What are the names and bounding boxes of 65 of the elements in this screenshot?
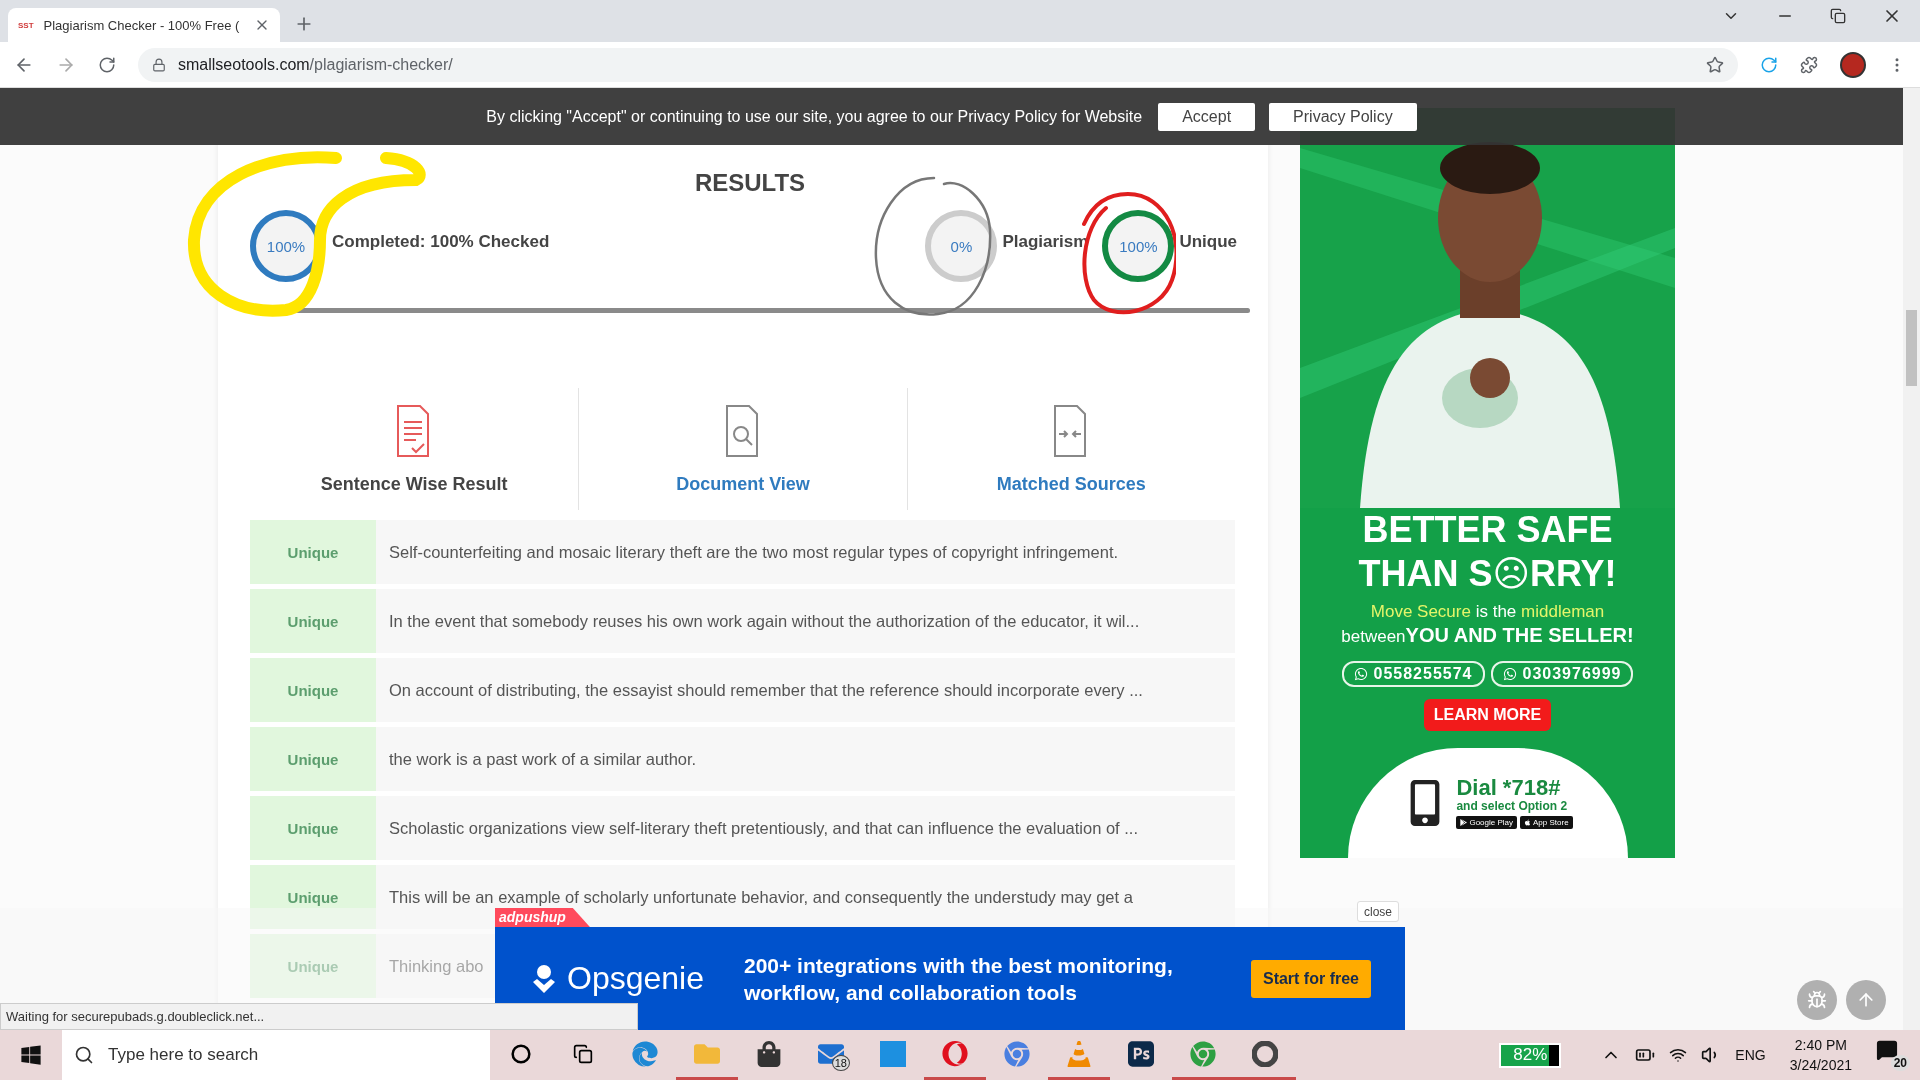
search-placeholder: Type here to search (108, 1045, 259, 1065)
banner-button[interactable]: Privacy Policy (1269, 102, 1417, 131)
view-tab[interactable]: Document View (676, 473, 810, 495)
phone-number: 0303976999 (1490, 661, 1634, 687)
results-title: RESULTS (693, 168, 807, 198)
mail-badge: 18 (831, 1055, 850, 1071)
taskbar-search-field[interactable]: Type here to search (62, 1030, 490, 1080)
clock[interactable]: 2:40 PM 3/24/2021 (1789, 1035, 1852, 1075)
status-cell: Unique (250, 865, 376, 929)
whatsapp-icon (1502, 667, 1517, 681)
status-cell: Unique (250, 520, 376, 584)
ad-tagline: Move Secure is the middleman (1370, 602, 1605, 622)
store-badge[interactable]: App Store (1520, 816, 1573, 829)
stat-label: Completed: 100% Checked (332, 232, 550, 252)
site-favicon: SST (18, 20, 34, 30)
ad-headline: BETTER SAFE THAN S☹RRY! (1358, 508, 1617, 596)
ad-network-tag: adpushup (495, 908, 590, 927)
cookie-message: By clicking "Accept" or continuing to use our site, you agree to our Privacy Policy for Website (486, 107, 1143, 126)
progress-circle: 100% (1102, 210, 1175, 282)
sentence-cell: On account of distributing, the essayist should remember that the reference should incorporate every ... (376, 658, 1235, 722)
start-free-button[interactable]: Start for free (1250, 959, 1371, 998)
status-cell: Unique (250, 796, 376, 860)
bookmark-star-icon[interactable] (1706, 55, 1724, 74)
wifi-icon[interactable] (1669, 1046, 1688, 1064)
dial-code: Dial *718# (1456, 777, 1562, 799)
progress-circle: 0% (925, 210, 998, 282)
notification-count: 20 (1890, 1055, 1910, 1071)
ad-tagline: betweenYOU AND THE SELLER! (1341, 624, 1634, 647)
sentence-cell: Self-counterfeiting and mosaic literary theft are the two most regular types of copyright infringement. (376, 520, 1235, 584)
language-indicator[interactable]: ENG (1735, 1047, 1766, 1063)
opsgenie-logo-icon (531, 963, 557, 994)
lock-icon (152, 57, 166, 72)
restore-icon[interactable] (1830, 8, 1846, 24)
dial-note: and select Option 2 (1456, 799, 1569, 813)
search-icon (74, 1045, 94, 1065)
stat-label: Unique (1179, 232, 1237, 252)
bug-icon (1807, 990, 1827, 1010)
status-cell: Unique (250, 589, 376, 653)
view-tab[interactable]: Sentence Wise Result (320, 473, 508, 495)
battery-reading: 82% (1512, 1044, 1549, 1066)
status-cell: Unique (250, 727, 376, 791)
ad-close-button[interactable]: close (1357, 901, 1399, 922)
status-cell: Unique (250, 658, 376, 722)
browser-tab[interactable]: SST Plagiarism Checker - 100% Free ( (8, 8, 280, 42)
learn-more-button[interactable]: LEARN MORE (1423, 699, 1552, 731)
sentence-cell: Scholastic organizations view self-literary theft pretentiously, and that can influence the evaluation of ... (376, 796, 1235, 860)
store-badge[interactable]: Google Play (1456, 816, 1517, 829)
url-text: smallseotools.com/plagiarism-checker/ (178, 55, 453, 74)
stat-label: Plagiarism (1002, 232, 1089, 252)
sentence-cell: In the event that somebody reuses his own work again without the authorization of the educator, it wil... (376, 589, 1235, 653)
ad-brand: Opsgenie (567, 960, 704, 997)
view-tab[interactable]: Matched Sources (996, 473, 1146, 495)
scrollbar-thumb[interactable] (1906, 310, 1917, 386)
whatsapp-icon (1353, 667, 1368, 681)
sentence-cell: the work is a past work of a similar author. (376, 727, 1235, 791)
profile-avatar[interactable] (1840, 51, 1866, 78)
address-bar[interactable]: smallseotools.com/plagiarism-checker/ (138, 47, 1738, 82)
phone-number: 0558255574 (1341, 661, 1485, 687)
extensions-puzzle-icon[interactable] (1800, 55, 1818, 74)
reload-icon[interactable] (98, 55, 116, 74)
extension-icon[interactable] (1760, 55, 1778, 74)
status-text: Waiting for securepubads.g.doubleclick.net... (0, 1003, 638, 1030)
status-cell: Unique (250, 934, 376, 998)
banner-button[interactable]: Accept (1158, 102, 1256, 131)
tab-title: Plagiarism Checker - 100% Free ( (43, 17, 241, 33)
